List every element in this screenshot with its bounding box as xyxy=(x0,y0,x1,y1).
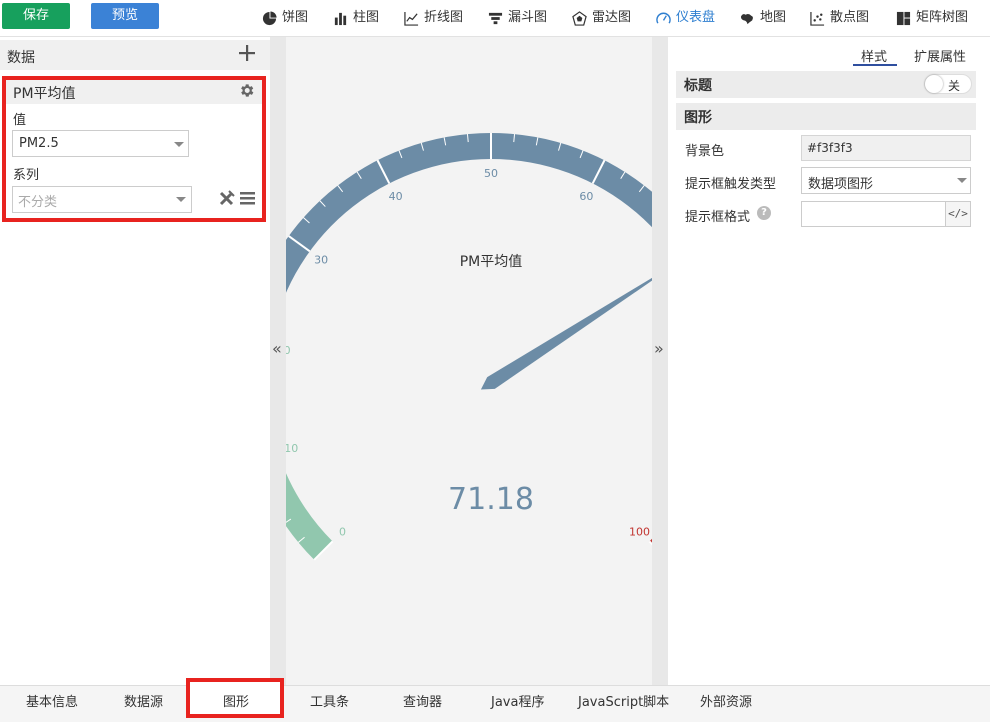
gauge-tick-label: 50 xyxy=(484,167,498,180)
map-icon xyxy=(740,13,753,24)
gauge-tick-label: 60 xyxy=(579,190,593,203)
chart-type-label: 饼图 xyxy=(282,10,309,25)
chevron-down-icon xyxy=(176,197,186,202)
data-section-title: 数据 xyxy=(7,50,35,66)
chart-type-line[interactable]: 折线图 xyxy=(404,8,463,28)
gauge-tick-label: 20 xyxy=(286,344,291,357)
chart-type-label: 漏斗图 xyxy=(508,10,548,25)
title-section-label: 标题 xyxy=(684,78,712,94)
tooltip-trigger-value: 数据项图形 xyxy=(808,177,874,192)
shape-section-header[interactable] xyxy=(676,103,976,130)
toggle-state-text: 关 xyxy=(948,79,961,93)
pie-chart-icon xyxy=(262,10,277,25)
tab-javascript[interactable]: JavaScript脚本 xyxy=(578,691,669,710)
chart-type-funnel[interactable]: 漏斗图 xyxy=(488,8,547,28)
chart-type-label: 雷达图 xyxy=(592,10,632,25)
tab-style[interactable]: 样式 xyxy=(861,46,887,65)
tooltip-format-input[interactable] xyxy=(801,201,946,227)
tab-chart[interactable]: 图形 xyxy=(223,691,249,710)
field-title: PM平均值 xyxy=(13,86,76,102)
funnel-chart-icon xyxy=(488,12,503,24)
tab-extended-properties[interactable]: 扩展属性 xyxy=(914,46,966,65)
gear-icon[interactable] xyxy=(238,82,255,99)
chart-canvas: 01020304050607100PM平均值71.18 xyxy=(286,37,652,685)
shape-section-label: 图形 xyxy=(684,110,712,126)
chart-type-scatter[interactable]: 散点图 xyxy=(810,8,869,28)
tooltip-format-label: 提示框格式 xyxy=(685,210,751,225)
gauge-tick-label: 0 xyxy=(339,525,346,538)
tooltip-trigger-label: 提示框触发类型 xyxy=(685,177,777,192)
chart-type-bar[interactable]: 柱图 xyxy=(333,8,379,28)
tab-external-resources[interactable]: 外部资源 xyxy=(700,691,752,710)
tab-toolbar[interactable]: 工具条 xyxy=(310,691,349,710)
line-chart-icon xyxy=(404,11,419,26)
gauge-tick-label: 10 xyxy=(286,442,298,455)
chart-type-map[interactable]: 地图 xyxy=(740,8,786,28)
gauge-icon xyxy=(656,12,671,24)
active-tab-indicator xyxy=(853,64,897,66)
chart-type-radar[interactable]: 雷达图 xyxy=(572,8,631,28)
code-editor-button[interactable]: </> xyxy=(945,201,971,227)
chart-type-label: 地图 xyxy=(760,10,787,25)
chart-type-label: 仪表盘 xyxy=(676,10,716,25)
treemap-icon xyxy=(896,11,911,25)
chevron-down-icon xyxy=(957,178,967,183)
collapse-right-icon[interactable]: » xyxy=(654,339,664,358)
gauge-tick-label: 40 xyxy=(389,190,403,203)
gauge-title: PM平均值 xyxy=(460,254,523,270)
chart-type-label: 折线图 xyxy=(424,10,464,25)
menu-icon[interactable] xyxy=(240,192,255,205)
scatter-chart-icon xyxy=(810,11,825,26)
value-select-text: PM2.5 xyxy=(19,136,59,151)
chevron-down-icon xyxy=(174,142,184,147)
tab-basic-info[interactable]: 基本信息 xyxy=(26,691,78,710)
series-select-placeholder: 不分类 xyxy=(18,195,58,210)
gauge-chart: 01020304050607100PM平均值71.18 xyxy=(286,132,652,561)
collapse-left-icon[interactable]: « xyxy=(272,339,282,358)
right-splitter[interactable] xyxy=(652,37,668,685)
series-label: 系列 xyxy=(13,168,40,183)
tab-data-source[interactable]: 数据源 xyxy=(124,691,163,710)
clear-icon[interactable] xyxy=(219,190,235,206)
tab-java-program[interactable]: Java程序 xyxy=(491,691,544,710)
chart-type-label: 矩阵树图 xyxy=(916,10,969,25)
toggle-knob xyxy=(925,75,943,93)
help-icon[interactable]: ? xyxy=(757,206,771,220)
value-label: 值 xyxy=(13,113,27,128)
bar-chart-icon xyxy=(334,12,347,25)
gauge-pointer xyxy=(480,277,652,390)
gauge-tick-label: 30 xyxy=(314,254,328,267)
chart-type-pie[interactable]: 饼图 xyxy=(262,8,308,28)
save-button[interactable]: 保存 xyxy=(2,3,70,29)
gauge-value: 71.18 xyxy=(448,482,534,517)
add-icon[interactable] xyxy=(238,44,256,62)
radar-chart-icon xyxy=(572,10,587,26)
chart-type-gauge[interactable]: 仪表盘 xyxy=(656,8,715,28)
chart-type-label: 散点图 xyxy=(830,10,870,25)
gauge-major-tick xyxy=(648,540,652,546)
bg-color-label: 背景色 xyxy=(685,144,725,159)
chart-type-treemap[interactable]: 矩阵树图 xyxy=(896,8,968,28)
chart-type-label: 柱图 xyxy=(353,10,380,25)
bg-color-value: #f3f3f3 xyxy=(807,141,853,155)
left-splitter[interactable] xyxy=(270,37,286,685)
data-section-header xyxy=(0,40,270,70)
tab-query[interactable]: 查询器 xyxy=(403,691,442,710)
gauge-tick-label: 100 xyxy=(629,525,650,538)
preview-button[interactable]: 预览 xyxy=(91,3,159,29)
